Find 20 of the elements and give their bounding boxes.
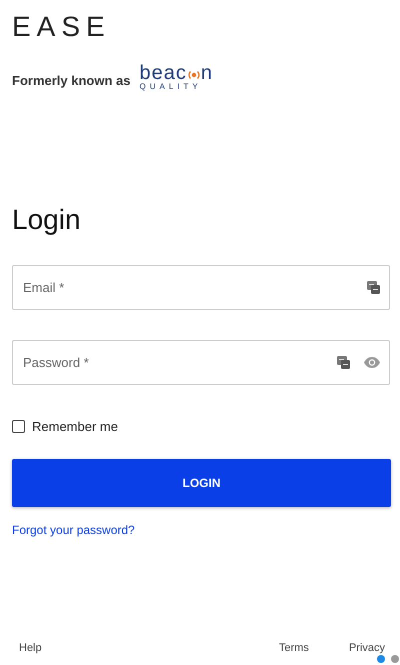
brand-subtitle: QUALITY	[139, 82, 202, 91]
email-field[interactable]: Email *	[12, 265, 390, 310]
login-button[interactable]: LOGIN	[12, 459, 391, 507]
eye-icon	[364, 357, 380, 368]
key-icon	[337, 356, 350, 369]
checkbox-label: Remember me	[32, 419, 118, 434]
footer-link[interactable]: Terms	[278, 642, 309, 654]
formerly-label: Formerly known as	[12, 73, 130, 88]
brand-text: n	[200, 64, 213, 82]
pager-dot[interactable]	[391, 655, 399, 663]
footer-link[interactable]: Privacy	[348, 642, 385, 654]
pager-dot[interactable]	[377, 655, 385, 663]
logo-text: EASE	[12, 10, 112, 44]
footer-link[interactable]: Help	[19, 642, 42, 654]
brand-text: beac	[139, 64, 187, 82]
page-title: Login	[12, 203, 82, 237]
forgot-password-link[interactable]: Forgot your password?	[12, 523, 135, 537]
key-icon	[367, 281, 380, 294]
checkbox[interactable]	[12, 420, 25, 433]
password-field[interactable]: Password *	[12, 340, 390, 385]
